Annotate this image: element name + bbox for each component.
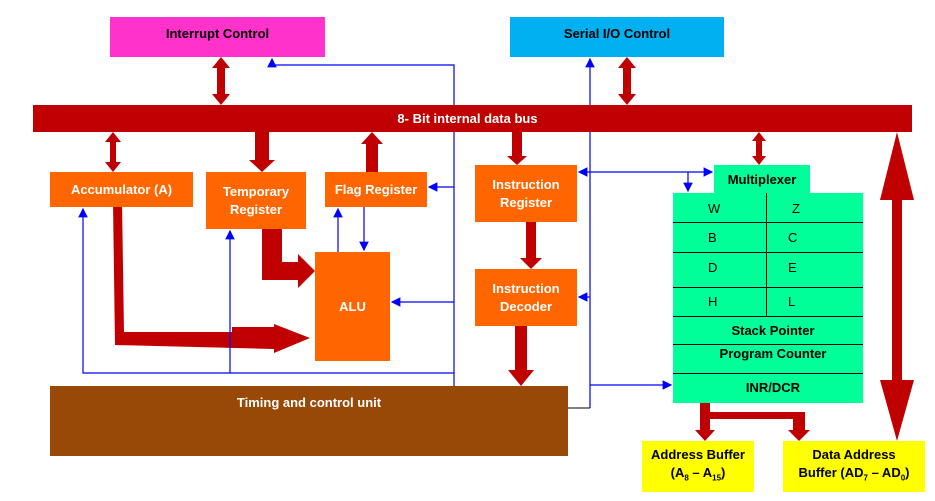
inr-dcr: INR/DCR	[745, 380, 801, 395]
row-line	[673, 222, 863, 223]
8085-architecture-diagram: Interrupt Control Serial I/O Control 8- …	[0, 0, 935, 501]
address-buffer: Address Buffer (A8 – A15)	[642, 441, 754, 492]
register-l: L	[788, 294, 796, 309]
t: – AD	[867, 464, 901, 480]
t: (A	[670, 464, 685, 480]
accumulator: Accumulator (A)	[50, 172, 193, 207]
register-z: Z	[792, 201, 800, 216]
register-b: B	[708, 230, 717, 245]
timing-control-unit: Timing and control unit	[50, 386, 568, 456]
t: )	[905, 464, 910, 480]
data-address-buffer: Data Address Buffer (AD7 – AD0)	[783, 441, 925, 492]
internal-data-bus: 8- Bit internal data bus	[33, 105, 912, 132]
register-array	[673, 193, 863, 403]
serial-io-control: Serial I/O Control	[510, 17, 724, 57]
register-d: D	[708, 260, 718, 275]
data-buffer-label: Data Address	[812, 446, 896, 462]
row-line	[673, 252, 863, 253]
interrupt-control: Interrupt Control	[110, 17, 325, 57]
alu: ALU	[315, 252, 390, 361]
temporary-register: Temporary Register	[206, 172, 306, 229]
program-counter: Program Counter	[719, 346, 827, 361]
row-line	[673, 287, 863, 288]
instruction-decoder: Instruction Decoder	[475, 269, 577, 326]
register-e: E	[788, 260, 797, 275]
register-h: H	[708, 294, 718, 309]
t: – A	[688, 464, 713, 480]
t: )	[721, 464, 726, 480]
register-divider	[766, 193, 767, 316]
address-buffer-range: (A8 – A15)	[671, 464, 726, 488]
instruction-register: Instruction Register	[475, 165, 577, 222]
stack-pointer: Stack Pointer	[731, 322, 815, 338]
multiplexer: Multiplexer	[714, 165, 810, 194]
t: Buffer (AD	[798, 464, 864, 480]
flag-register: Flag Register	[325, 172, 427, 207]
t: 15	[712, 473, 722, 483]
register-c: C	[788, 230, 798, 245]
register-w: W	[708, 201, 721, 216]
data-buffer-range: Buffer (AD7 – AD0)	[799, 464, 910, 488]
address-buffer-label: Address Buffer	[651, 446, 745, 462]
